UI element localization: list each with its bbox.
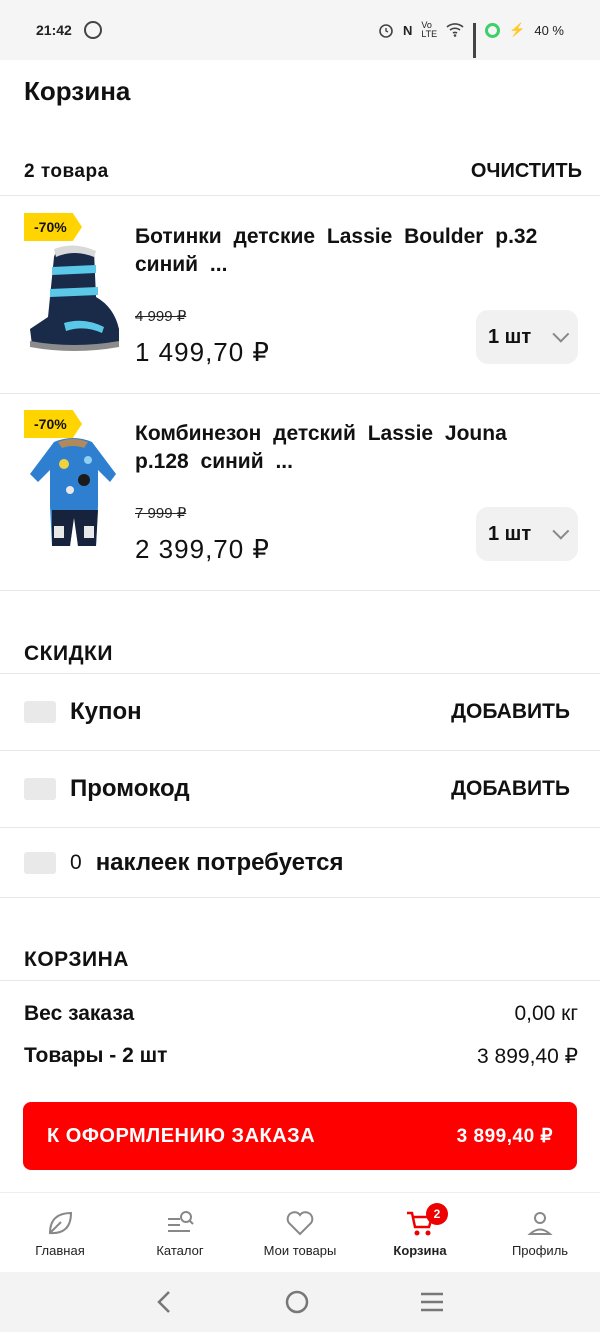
stickers-row: 0 наклеек потребуется bbox=[0, 828, 600, 898]
cart-item[interactable]: -70% Ботинки детские Lassie Boulder р.32… bbox=[0, 197, 600, 394]
coupon-label: Купон bbox=[70, 698, 142, 725]
whatsapp-icon bbox=[83, 21, 102, 39]
checkout-total: 3 899,40 ₽ bbox=[456, 1125, 553, 1147]
back-icon[interactable] bbox=[155, 1290, 175, 1314]
charging-icon: ⚡ bbox=[509, 22, 526, 37]
nfc-icon: N bbox=[402, 22, 413, 38]
leaf-icon bbox=[48, 1211, 73, 1235]
tab-home[interactable]: Главная bbox=[0, 1193, 120, 1272]
add-promo-button[interactable]: ДОБАВИТЬ bbox=[451, 777, 570, 801]
promo-row[interactable]: Промокод ДОБАВИТЬ bbox=[0, 751, 600, 828]
current-price: 2 399,70 ₽ bbox=[135, 534, 270, 564]
discount-badge: -70% bbox=[24, 410, 82, 438]
promo-code-icon bbox=[24, 778, 56, 800]
stickers-count: 0 bbox=[70, 850, 82, 874]
cart-item[interactable]: -70% Комбинезон детский Lassie Jouna р.1… bbox=[0, 394, 600, 591]
user-icon bbox=[527, 1212, 553, 1235]
recents-icon[interactable] bbox=[419, 1291, 445, 1313]
old-price: 7 999 ₽ bbox=[135, 505, 187, 522]
tab-label: Профиль bbox=[511, 1243, 569, 1258]
tab-label: Корзина bbox=[393, 1243, 447, 1258]
old-price: 4 999 ₽ bbox=[135, 308, 187, 325]
page-title: Корзина bbox=[24, 76, 131, 106]
battery-level: 40 % bbox=[534, 22, 564, 38]
quantity-select[interactable]: 1 шт bbox=[476, 507, 578, 561]
status-time: 21:42 bbox=[36, 22, 72, 38]
tab-profile[interactable]: Профиль bbox=[480, 1193, 600, 1272]
wifi-icon bbox=[446, 23, 464, 37]
tab-cart[interactable]: 2 Корзина bbox=[360, 1193, 480, 1272]
product-title[interactable]: Комбинезон детский Lassie Jouna р.128 си… bbox=[135, 420, 555, 476]
divider bbox=[0, 980, 600, 981]
weight-label: Вес заказа bbox=[24, 1002, 135, 1025]
goods-label: Товары - 2 шт bbox=[24, 1044, 168, 1067]
current-price: 1 499,70 ₽ bbox=[135, 337, 270, 367]
tab-catalog[interactable]: Каталог bbox=[120, 1193, 240, 1272]
items-count: 2 товара bbox=[24, 160, 109, 182]
checkout-button[interactable]: К ОФОРМЛЕНИЮ ЗАКАЗА 3 899,40 ₽ bbox=[23, 1102, 577, 1170]
add-coupon-button[interactable]: ДОБАВИТЬ bbox=[451, 700, 570, 724]
product-title[interactable]: Ботинки детские Lassie Boulder р.32 сини… bbox=[135, 223, 555, 279]
status-icons: N Vo LTE ⚡ 40 % bbox=[378, 20, 564, 58]
tab-label: Мои товары bbox=[263, 1243, 337, 1258]
cart-count-row: 2 товара ОЧИСТИТЬ bbox=[0, 148, 600, 196]
coupon-row[interactable]: Купон ДОБАВИТЬ bbox=[0, 674, 600, 751]
summary-heading: КОРЗИНА bbox=[24, 948, 129, 971]
product-image-boots bbox=[30, 245, 119, 351]
quantity-value: 1 шт bbox=[488, 522, 532, 545]
battery-ring-icon bbox=[485, 22, 501, 38]
weight-value: 0,00 кг bbox=[514, 1002, 578, 1025]
discounts-heading: СКИДКИ bbox=[24, 642, 113, 665]
heart-icon bbox=[286, 1211, 314, 1236]
bottom-tab-bar: Главная Каталог Мои товары 2 Корзина Про… bbox=[0, 1192, 600, 1272]
signal-icon bbox=[473, 23, 477, 58]
weight-line: Вес заказа 0,00 кг bbox=[24, 1002, 578, 1026]
goods-line: Товары - 2 шт 3 899,40 ₽ bbox=[24, 1044, 578, 1069]
product-image-overalls bbox=[30, 438, 116, 546]
alarm-icon bbox=[379, 24, 393, 38]
status-bar: 21:42 N Vo LTE ⚡ 40 % bbox=[0, 0, 600, 60]
sticker-icon bbox=[24, 851, 56, 874]
catalog-search-icon bbox=[168, 1211, 194, 1232]
quantity-select[interactable]: 1 шт bbox=[476, 310, 578, 364]
tab-label: Главная bbox=[35, 1243, 85, 1258]
cart-badge: 2 bbox=[426, 1203, 448, 1225]
system-nav-bar bbox=[0, 1272, 600, 1332]
checkout-label: К ОФОРМЛЕНИЮ ЗАКАЗА bbox=[47, 1124, 316, 1147]
chevron-down-icon bbox=[552, 325, 570, 343]
stickers-label: наклеек потребуется bbox=[95, 848, 344, 876]
coupon-icon bbox=[24, 701, 56, 723]
clear-cart-button[interactable]: ОЧИСТИТЬ bbox=[471, 160, 582, 183]
chevron-down-icon bbox=[552, 522, 570, 540]
promo-label: Промокод bbox=[70, 775, 190, 802]
quantity-value: 1 шт bbox=[488, 325, 532, 348]
home-icon[interactable] bbox=[284, 1289, 310, 1315]
tab-my-items[interactable]: Мои товары bbox=[240, 1193, 360, 1272]
volte-icon: Vo LTE bbox=[421, 20, 438, 39]
discount-badge: -70% bbox=[24, 213, 82, 241]
tab-label: Каталог bbox=[156, 1243, 204, 1258]
goods-value: 3 899,40 ₽ bbox=[477, 1045, 578, 1068]
